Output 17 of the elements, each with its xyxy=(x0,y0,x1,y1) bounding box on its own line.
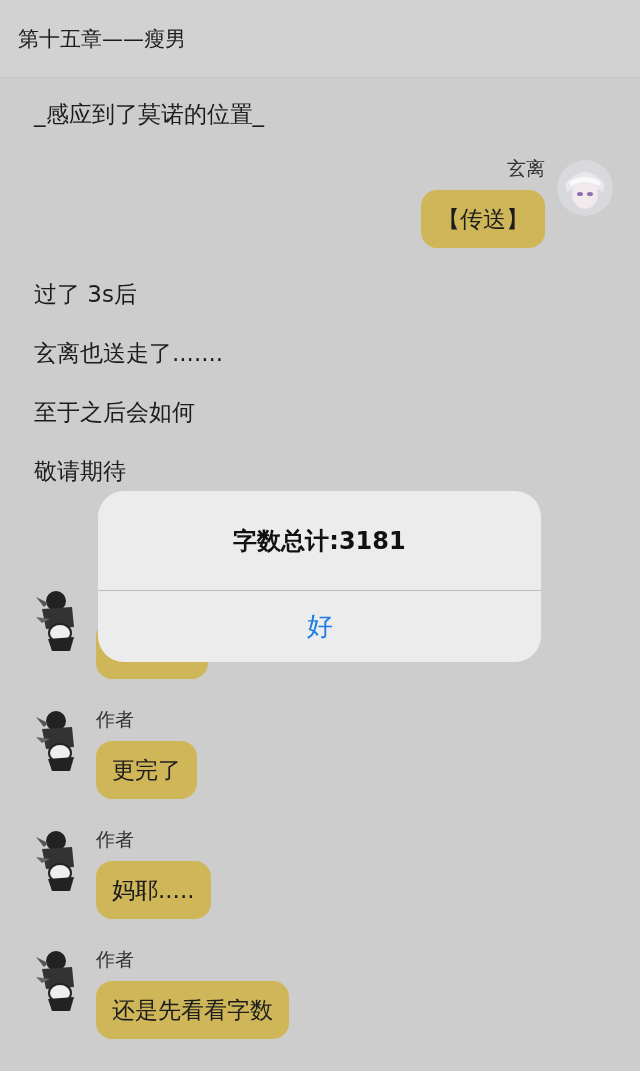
sender-name: 作者 xyxy=(96,947,134,971)
ok-button[interactable]: 好 xyxy=(98,591,541,662)
narration-text: 玄离也送走了....... xyxy=(34,339,224,368)
sender-name: 作者 xyxy=(96,707,134,731)
avatar-drawing xyxy=(555,158,615,218)
narration-text: 敬请期待 xyxy=(34,457,126,486)
narration-text: 过了 3s后 xyxy=(34,280,137,309)
message-bubble: 还是先看看字数 xyxy=(96,981,289,1039)
sender-name: 作者 xyxy=(96,827,134,851)
narration-text: _感应到了莫诺的位置_ xyxy=(34,100,264,129)
alert-title: 字数总计:3181 xyxy=(233,525,406,557)
chapter-title: 第十五章——瘦男 xyxy=(18,25,186,53)
message-bubble: 【传送】 xyxy=(421,190,545,248)
narration-text: 至于之后会如何 xyxy=(34,398,195,427)
sender-name: 玄离 xyxy=(507,156,545,180)
message-bubble: 妈耶..... xyxy=(96,861,211,919)
message-bubble: 更完了 xyxy=(96,741,197,799)
